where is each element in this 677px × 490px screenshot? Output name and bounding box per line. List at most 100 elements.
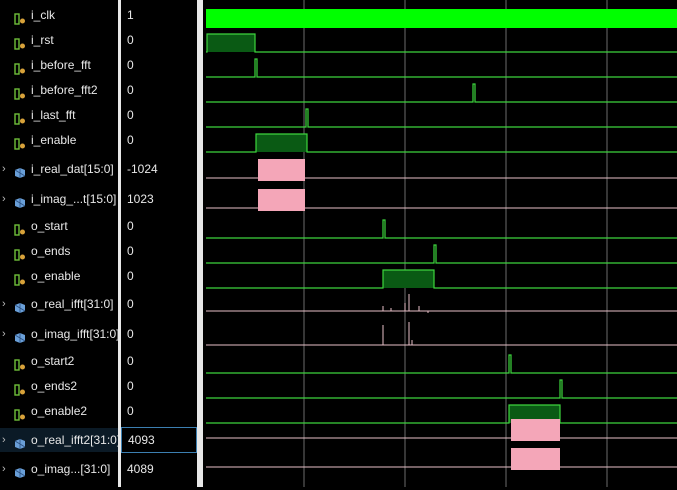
signal-row-12[interactable]: › o_imag_ifft[31:0]	[0, 322, 118, 346]
bus-signal-icon	[14, 298, 26, 313]
signal-row-7[interactable]: › i_imag_...t[15:0]	[0, 187, 118, 211]
chevron-right-icon[interactable]: ›	[2, 457, 10, 481]
waveform-panel[interactable]	[203, 0, 677, 487]
bit-signal-icon	[14, 270, 26, 286]
bit-signal-icon	[14, 220, 26, 236]
signal-name: o_start	[31, 219, 68, 233]
bus-value-block	[511, 419, 560, 441]
signal-row-6[interactable]: › i_real_dat[15:0]	[0, 157, 118, 181]
clk-wave	[206, 9, 677, 28]
signal-name: i_before_fft	[31, 58, 91, 72]
signal-name: o_start2	[31, 354, 75, 368]
signal-value: 1	[127, 8, 134, 22]
signal-row-4[interactable]: i_last_fft	[0, 103, 118, 127]
signal-name: o_real_ifft[31:0]	[31, 297, 114, 311]
signal-row-8[interactable]: o_start	[0, 214, 118, 238]
signal-name: i_clk	[31, 8, 56, 22]
bit-signal-icon	[14, 9, 26, 25]
signal-name-panel: i_clk i_rst i_before_fft i_before_fft2 i_las…	[0, 0, 118, 487]
bus-signal-icon	[14, 163, 26, 178]
signal-value: -1024	[127, 162, 158, 176]
bus-signal-icon	[14, 463, 26, 478]
bit-signal-icon	[14, 355, 26, 371]
signal-row-10[interactable]: o_enable	[0, 264, 118, 288]
signal-name: i_last_fft	[31, 108, 76, 122]
bit-high-fill	[256, 134, 307, 152]
bit-high-fill	[383, 270, 434, 288]
bit-signal-icon	[14, 59, 26, 75]
chevron-right-icon[interactable]: ›	[2, 157, 10, 181]
bit-wave-13	[206, 354, 677, 374]
signal-name: i_before_fft2	[31, 83, 98, 97]
signal-value: 4089	[127, 462, 154, 476]
bit-wave-4	[206, 108, 677, 128]
signal-value: 0	[127, 133, 134, 147]
bit-wave-9	[206, 244, 677, 264]
signal-name: i_rst	[31, 33, 54, 47]
signal-row-3[interactable]: i_before_fft2	[0, 78, 118, 102]
bit-signal-icon	[14, 34, 26, 50]
bit-wave-3	[206, 83, 677, 103]
signal-name: o_ends	[31, 244, 71, 258]
signal-row-9[interactable]: o_ends	[0, 239, 118, 263]
signal-row-17[interactable]: › o_imag...[31:0]	[0, 457, 118, 481]
signal-name: o_enable2	[31, 404, 88, 418]
signal-value: 0	[127, 297, 134, 311]
signal-name: o_imag...[31:0]	[31, 462, 111, 476]
signal-row-5[interactable]: i_enable	[0, 128, 118, 152]
bus-signal-icon	[14, 434, 26, 449]
signal-name: o_ends2	[31, 379, 78, 393]
signal-value: 0	[127, 58, 134, 72]
chevron-right-icon[interactable]: ›	[2, 322, 10, 346]
signal-value: 0	[127, 219, 134, 233]
signal-row-16[interactable]: › o_real_ifft2[31:0]	[0, 428, 118, 452]
bit-signal-icon	[14, 245, 26, 261]
signal-row-0[interactable]: i_clk	[0, 3, 118, 27]
signal-name: i_imag_...t[15:0]	[31, 192, 117, 206]
bit-signal-icon	[14, 84, 26, 100]
signal-value: 1023	[127, 192, 154, 206]
signal-value: 0	[127, 33, 134, 47]
signal-value: 0	[127, 379, 134, 393]
signal-row-15[interactable]: o_enable2	[0, 399, 118, 423]
signal-value: 0	[127, 269, 134, 283]
signal-name: o_enable	[31, 269, 81, 283]
signal-value: 0	[127, 404, 134, 418]
bus-value-block	[511, 448, 560, 470]
signal-value: 4093	[121, 427, 197, 453]
bus-signal-icon	[14, 193, 26, 208]
bus-value-block	[258, 159, 305, 181]
bit-signal-icon	[14, 134, 26, 150]
chevron-right-icon[interactable]: ›	[2, 292, 10, 316]
bus-value-block	[258, 189, 305, 211]
signal-name: i_enable	[31, 133, 77, 147]
signal-name: i_real_dat[15:0]	[31, 162, 114, 176]
signal-value: 0	[127, 354, 134, 368]
bit-signal-icon	[14, 380, 26, 396]
signal-name: o_imag_ifft[31:0]	[31, 327, 118, 341]
chevron-right-icon[interactable]: ›	[2, 187, 10, 211]
bit-high-fill	[207, 34, 255, 52]
signal-value: 0	[127, 108, 134, 122]
signal-value: 0	[127, 83, 134, 97]
chevron-right-icon[interactable]: ›	[2, 428, 10, 452]
bit-wave-10	[206, 269, 677, 289]
bit-wave-14	[206, 379, 677, 399]
signal-row-13[interactable]: o_start2	[0, 349, 118, 373]
waveform-canvas[interactable]	[203, 0, 677, 487]
bit-signal-icon	[14, 109, 26, 125]
bit-wave-15	[206, 404, 677, 424]
signal-row-11[interactable]: › o_real_ifft[31:0]	[0, 292, 118, 316]
bit-wave-2	[206, 58, 677, 78]
signal-value: 0	[127, 244, 134, 258]
signal-value-panel: 1 0 0 0 0 0 -1024 1023 0 0 0 0 0 0 0 0 4093 4089	[121, 0, 197, 487]
bit-signal-icon	[14, 405, 26, 421]
bus-signal-icon	[14, 328, 26, 343]
signal-name: o_real_ifft2[31:0]	[31, 433, 118, 447]
bit-wave-8	[206, 219, 677, 239]
signal-value: 0	[127, 327, 134, 341]
signal-row-1[interactable]: i_rst	[0, 28, 118, 52]
signal-row-14[interactable]: o_ends2	[0, 374, 118, 398]
bit-wave-1	[206, 33, 677, 53]
signal-row-2[interactable]: i_before_fft	[0, 53, 118, 77]
